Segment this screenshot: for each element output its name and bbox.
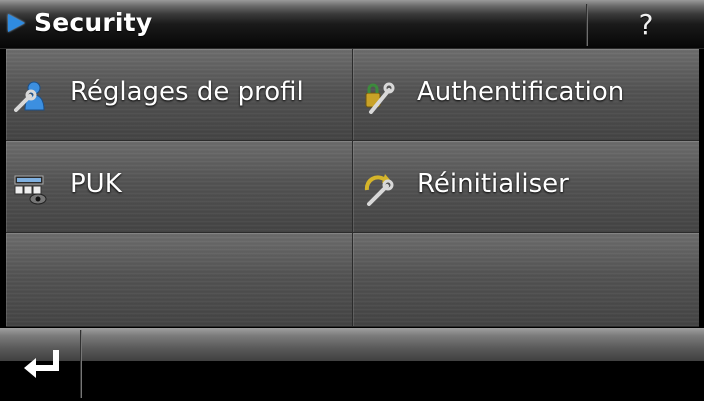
- bottom-bar-highlight: [0, 328, 704, 361]
- lock-wrench-icon: [365, 82, 395, 114]
- menu-item-label: Réinitialiser: [417, 169, 569, 199]
- menu-item-label: Réglages de profil: [70, 77, 304, 107]
- page-title: Security: [34, 8, 153, 37]
- menu-item-reset[interactable]: Réinitialiser: [353, 141, 699, 233]
- security-screen: Security ? Réglages de profil Authentifi…: [0, 0, 704, 401]
- menu-item-puk[interactable]: PUK: [6, 141, 353, 233]
- menu-item-profile-settings[interactable]: Réglages de profil: [6, 49, 353, 141]
- back-button[interactable]: [0, 328, 80, 401]
- play-arrow-icon: [8, 14, 25, 32]
- title-bar: Security ?: [0, 0, 704, 49]
- return-arrow-icon: [24, 350, 59, 378]
- footer-divider: [80, 330, 82, 398]
- reset-wrench-icon: [364, 174, 394, 206]
- help-button[interactable]: ?: [588, 0, 704, 48]
- user-wrench-icon: [14, 81, 45, 112]
- menu-item-label: PUK: [70, 169, 122, 199]
- bottom-bar: [0, 328, 704, 401]
- menu-item-label: Authentification: [417, 77, 625, 107]
- menu-grid: Réglages de profil Authentification PUK: [6, 49, 699, 327]
- empty-cell: [353, 233, 699, 327]
- super-code-keypad-icon: [14, 175, 47, 205]
- menu-item-authentication[interactable]: Authentification: [353, 49, 699, 141]
- empty-cell: [6, 233, 353, 327]
